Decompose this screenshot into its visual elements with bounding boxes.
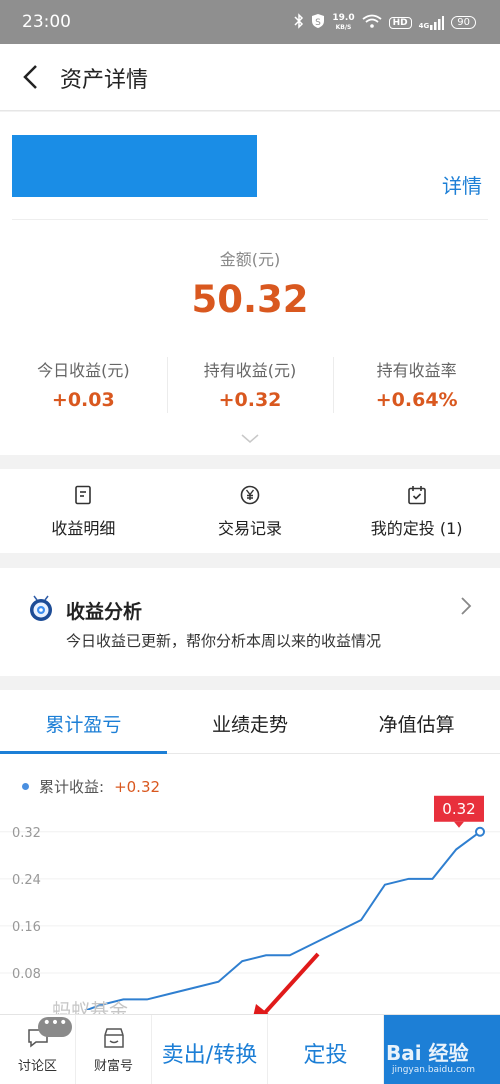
end-point — [475, 826, 485, 837]
stat-value: +0.64% — [375, 389, 458, 411]
amount-value: 50.32 — [191, 278, 309, 321]
signal-icon: 4G — [418, 15, 445, 30]
earnings-detail-button[interactable]: 收益明细 — [0, 469, 167, 553]
tab-cumulative-pnl[interactable]: 累计盈亏 — [0, 690, 167, 754]
asset-summary-card: 详情 金额(元) 50.32 今日收益(元) +0.03 持有收益(元) +0.… — [0, 112, 500, 455]
quick-actions: 收益明细 交易记录 我的定投 (1) — [0, 469, 500, 553]
baidu-watermark-url: jingyan.baidu.com — [392, 1065, 476, 1075]
discussion-label: 讨论区 — [17, 1059, 57, 1074]
baidu-watermark: Bai 经验 — [386, 1041, 469, 1065]
quick-action-label: 收益明细 — [51, 519, 116, 538]
y-tick-label: 0.08 — [12, 967, 41, 982]
document-icon — [75, 485, 92, 505]
shield-app-icon: S — [311, 13, 325, 32]
stat-value: +0.32 — [218, 389, 282, 411]
svg-text:S: S — [316, 18, 322, 28]
end-label-text: 0.32 — [442, 800, 475, 818]
stat-holding-earnings: 持有收益(元) +0.32 — [166, 357, 334, 413]
earnings-analysis-card[interactable]: 收益分析 今日收益已更新，帮你分析本周以来的收益情况 — [0, 568, 500, 676]
y-tick-label: 0.24 — [12, 873, 41, 888]
wealth-account-button[interactable]: 财富号 — [76, 1015, 152, 1084]
stat-today-earnings: 今日收益(元) +0.03 — [0, 357, 167, 411]
tab-performance-trend[interactable]: 业绩走势 — [167, 690, 334, 753]
y-tick-label: 0.32 — [12, 826, 41, 841]
quick-action-label: 交易记录 — [218, 519, 283, 538]
yen-circle-icon — [240, 485, 260, 505]
amount-label: 金额(元) — [219, 250, 281, 269]
bottom-action-bar: ••• 讨论区 财富号 卖出/转换 定投 Bai 经验 jingyan.baid… — [0, 1014, 500, 1084]
buy-button[interactable]: Bai 经验 jingyan.baidu.com — [384, 1015, 500, 1084]
stat-label: 今日收益(元) — [37, 361, 130, 380]
transaction-records-button[interactable]: 交易记录 — [167, 469, 334, 553]
divider — [12, 219, 488, 220]
discussion-button[interactable]: ••• 讨论区 — [0, 1015, 76, 1084]
expand-chevron-icon[interactable] — [241, 434, 259, 444]
battery-indicator: 90 — [451, 16, 476, 29]
tab-nav-estimate[interactable]: 净值估算 — [333, 690, 500, 753]
hd-badge: HD — [388, 16, 412, 29]
stat-label: 持有收益(元) — [203, 361, 297, 380]
calendar-check-icon — [407, 486, 426, 505]
status-icons: S 19.0 KB/S HD 4G 90 — [294, 13, 476, 32]
status-bar: 23:00 S 19.0 KB/S HD 4G 90 — [0, 0, 500, 44]
chart-tabs: 累计盈亏 业绩走势 净值估算 — [0, 690, 500, 754]
status-time: 23:00 — [22, 12, 71, 32]
bluetooth-icon — [294, 13, 304, 32]
network-speed: 19.0 KB/S — [332, 12, 355, 32]
page-title: 资产详情 — [60, 68, 149, 93]
sell-convert-button[interactable]: 卖出/转换 — [152, 1015, 268, 1084]
stat-value: +0.03 — [51, 389, 115, 411]
ant-mascot-icon — [30, 595, 52, 621]
network-type: 4G — [418, 21, 430, 30]
my-fixed-investment-button[interactable]: 我的定投 (1) — [333, 469, 500, 553]
header: 资产详情 — [0, 44, 500, 111]
analysis-title: 收益分析 — [66, 601, 143, 623]
quick-action-label: 我的定投 (1) — [370, 519, 463, 538]
chevron-left-icon — [23, 65, 37, 89]
earnings-stats: 今日收益(元) +0.03 持有收益(元) +0.32 持有收益率 +0.64% — [0, 357, 500, 413]
end-label-pointer — [454, 821, 464, 828]
stat-label: 持有收益率 — [376, 361, 457, 380]
speed-unit: KB/S — [335, 23, 352, 31]
detail-link[interactable]: 详情 — [442, 170, 482, 199]
fund-name-redaction — [12, 135, 257, 197]
back-button[interactable] — [20, 64, 42, 90]
legend-dot — [22, 783, 29, 790]
chevron-right-icon — [461, 597, 472, 615]
speed-value: 19.0 — [332, 12, 355, 23]
fixed-invest-button[interactable]: 定投 — [268, 1015, 384, 1084]
stat-holding-rate: 持有收益率 +0.64% — [333, 357, 500, 413]
storefront-icon — [103, 1028, 124, 1048]
analysis-subtitle: 今日收益已更新，帮你分析本周以来的收益情况 — [66, 632, 382, 650]
wifi-icon — [362, 14, 382, 31]
y-tick-label: 0.16 — [12, 920, 41, 935]
wealth-label: 财富号 — [93, 1059, 133, 1074]
more-dots-badge: ••• — [38, 1016, 72, 1037]
